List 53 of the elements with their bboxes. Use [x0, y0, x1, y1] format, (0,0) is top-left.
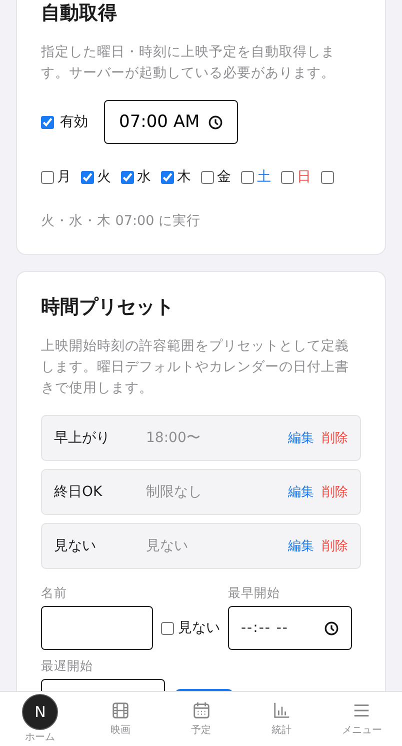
checkbox[interactable] [81, 170, 94, 184]
preset-range: 制限なし [146, 483, 203, 501]
delete-link[interactable]: 削除 [322, 429, 348, 447]
checkbox[interactable] [281, 170, 294, 184]
checkbox-label: 有効 [60, 113, 88, 131]
section-title: 自動取得 [41, 1, 118, 26]
day-label: 木 [177, 168, 192, 186]
nav-tab[interactable]: 予定 [160, 692, 242, 746]
name-input[interactable] [41, 606, 153, 650]
edit-link[interactable]: 編集 [288, 537, 314, 555]
nav-tab[interactable]: メニュー [322, 692, 402, 746]
schedule-summary: 火・水・木 07:00 に実行 [41, 212, 202, 230]
edit-link[interactable]: 編集 [288, 429, 314, 447]
day-label: 月 [57, 168, 72, 186]
checkbox[interactable] [161, 170, 174, 184]
checkbox-label: 見ない [178, 619, 220, 637]
description: 指定した曜日・時刻に上映予定を自動取得します。サーバーが起動している必要があります。 [41, 43, 336, 83]
checkbox[interactable] [41, 170, 54, 184]
checkbox[interactable] [41, 116, 54, 128]
time-field[interactable]: --:-- -- [228, 606, 352, 650]
day-label: 金 [217, 168, 232, 186]
checkbox[interactable] [161, 622, 174, 634]
checkbox[interactable] [321, 170, 334, 184]
delete-link[interactable]: 削除 [322, 537, 348, 555]
clock-icon [324, 620, 339, 636]
checkbox[interactable] [121, 170, 134, 184]
day-label: 水 [137, 168, 152, 186]
field-label: 名前 [41, 585, 68, 602]
calendar-icon [192, 701, 211, 720]
field-label: 最早開始 [228, 585, 281, 602]
bar-chart-icon [272, 701, 291, 720]
delete-link[interactable]: 削除 [322, 483, 348, 501]
nav-tab[interactable]: 統計 [241, 692, 322, 746]
day-label: 日 [297, 168, 312, 186]
nav-tab[interactable]: N ホーム [0, 692, 80, 746]
preset-name: 早上がり [54, 429, 111, 447]
preset-range: 18:00〜 [146, 429, 202, 447]
checkbox[interactable] [201, 170, 214, 184]
film-icon [111, 701, 130, 720]
checkbox[interactable] [241, 170, 254, 184]
preset-name: 見ない [54, 537, 97, 555]
day-label: 火 [97, 168, 112, 186]
clock-icon [208, 114, 223, 130]
preset-name: 終日OK [54, 483, 104, 501]
description: 上映開始時刻の許容範囲をプリセットとして定義します。曜日デフォルトやカレンダーの日付上書きで使用します。 [41, 337, 350, 398]
field-label: 最遅開始 [41, 658, 94, 675]
section-title: 時間プリセット [41, 295, 175, 320]
avatar: N [22, 694, 58, 730]
preset-range: 見ない [146, 537, 189, 555]
nav-tab[interactable]: 映画 [80, 692, 161, 746]
time-field[interactable]: 07:00 AM [104, 100, 238, 144]
day-label: 土 [257, 168, 272, 186]
edit-link[interactable]: 編集 [288, 483, 314, 501]
